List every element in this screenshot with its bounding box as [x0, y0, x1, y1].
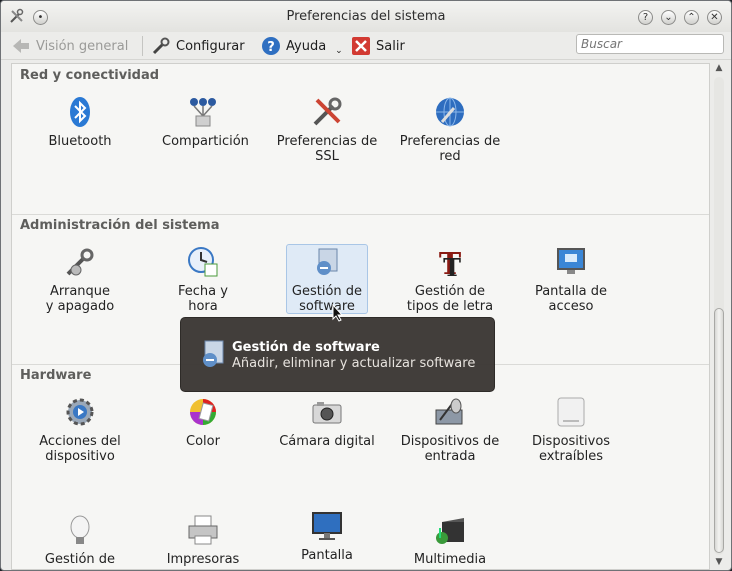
group-title: Red y conectividad	[20, 68, 160, 83]
monitor-icon	[312, 512, 342, 540]
module-sharing[interactable]: Compartición	[162, 96, 249, 149]
quit-button-label: Salir	[376, 38, 405, 54]
help-title-button[interactable]: ?	[638, 10, 653, 25]
module-bluetooth[interactable]: Bluetooth	[39, 96, 121, 149]
module-label: Dispositivos de entrada	[400, 434, 500, 464]
module-label: Color	[186, 434, 220, 449]
module-software-management[interactable]: Gestión de software	[286, 244, 368, 314]
module-label: Cámara digital	[279, 434, 375, 449]
module-label: Multimedia	[413, 552, 487, 567]
color-palette-icon	[190, 399, 216, 425]
system-settings-window: • Preferencias del sistema ? ⌄ ⌃ ✕ Visió…	[0, 0, 732, 571]
module-label: Preferencias de red	[399, 134, 501, 164]
tooltip-subtitle: Añadir, eliminar y actualizar software	[232, 356, 476, 371]
module-date-time[interactable]: Fecha y hora	[162, 246, 244, 314]
login-screen-icon	[557, 248, 585, 274]
svg-text:?: ?	[267, 40, 275, 55]
module-digital-camera[interactable]: Cámara digital	[273, 396, 381, 449]
tooltip-title: Gestión de software	[232, 340, 380, 355]
scroll-down-arrow-icon[interactable]: ▼	[713, 557, 725, 569]
bluetooth-icon	[70, 97, 90, 127]
maximize-button[interactable]: ⌃	[684, 10, 699, 25]
group-title: Administración del sistema	[20, 218, 220, 233]
input-devices-icon	[435, 398, 463, 425]
module-display[interactable]: Pantalla	[286, 510, 368, 563]
font-icon: T T	[439, 247, 462, 278]
device-gear-icon	[66, 398, 94, 426]
module-label: Arranque y apagado	[45, 284, 115, 314]
back-arrow-icon	[13, 39, 29, 53]
minimize-button[interactable]: ⌄	[661, 10, 676, 25]
mouse-pointer-icon	[332, 304, 344, 322]
title-bar: • Preferencias del sistema ? ⌄ ⌃ ✕	[1, 1, 731, 32]
module-label: Pantalla de acceso	[534, 284, 608, 314]
help-dropdown-chevron-icon[interactable]: ⌄	[335, 46, 343, 56]
configure-button[interactable]: Configurar	[151, 36, 245, 56]
module-tooltip: Gestión de software Añadir, eliminar y a…	[180, 317, 495, 392]
power-bulb-icon	[70, 515, 90, 544]
module-label: Gestión de	[44, 552, 116, 567]
vertical-scrollbar[interactable]: ▲ ▼	[711, 63, 727, 570]
module-label: Bluetooth	[48, 134, 112, 149]
group-network: Red y conectividad Bluetooth Compartició…	[12, 64, 709, 214]
module-label: Compartición	[162, 134, 249, 149]
software-package-icon	[317, 248, 338, 275]
module-label: Gestión de software	[291, 284, 363, 314]
module-label: Fecha y hora	[178, 284, 228, 314]
module-label: Dispositivos extraíbles	[531, 434, 611, 464]
group-hardware: Hardware Acciones del dispositivo Color …	[12, 364, 709, 569]
quit-button[interactable]: Salir	[351, 36, 405, 56]
multimedia-icon	[436, 518, 464, 544]
module-multimedia[interactable]: Multimedia	[396, 514, 504, 567]
help-button-label: Ayuda	[286, 38, 327, 54]
module-label: Acciones del dispositivo	[39, 434, 121, 464]
search-input[interactable]	[576, 34, 724, 54]
close-button[interactable]: ✕	[707, 10, 722, 25]
back-button[interactable]: Visión general	[11, 36, 128, 56]
module-font-management[interactable]: T T Gestión de tipos de letra	[396, 246, 504, 314]
module-removable-devices[interactable]: Dispositivos extraíbles	[530, 396, 612, 464]
module-input-devices[interactable]: Dispositivos de entrada	[396, 396, 504, 464]
module-label: Impresoras	[166, 552, 240, 567]
module-printers[interactable]: Impresoras	[162, 514, 244, 567]
module-login-screen[interactable]: Pantalla de acceso	[530, 246, 612, 314]
software-package-icon	[203, 340, 224, 367]
configure-button-label: Configurar	[176, 38, 245, 54]
module-startup-shutdown[interactable]: Arranque y apagado	[39, 246, 121, 314]
configure-tools-icon	[152, 37, 170, 55]
svg-text:T: T	[443, 253, 461, 278]
module-label: Gestión de tipos de letra	[406, 284, 494, 314]
tools-icon	[313, 97, 342, 126]
help-icon: ?	[262, 37, 280, 55]
scroll-thumb[interactable]	[714, 308, 724, 553]
group-title: Hardware	[20, 368, 92, 383]
module-network[interactable]: Preferencias de red	[396, 96, 504, 164]
globe-icon	[436, 97, 464, 127]
removable-drive-icon	[557, 397, 585, 427]
group-divider	[12, 214, 709, 215]
back-button-label: Visión general	[36, 38, 129, 54]
quit-icon	[352, 37, 370, 55]
camera-icon	[312, 402, 342, 424]
module-ssl[interactable]: Preferencias de SSL	[273, 96, 381, 164]
module-label: Preferencias de SSL	[276, 134, 378, 164]
printer-icon	[188, 515, 218, 545]
toolbar-separator	[142, 36, 143, 56]
scroll-up-arrow-icon[interactable]: ▲	[713, 63, 725, 75]
startup-wrench-icon	[66, 248, 94, 276]
module-device-actions[interactable]: Acciones del dispositivo	[39, 396, 121, 464]
module-color[interactable]: Color	[162, 396, 244, 449]
sharing-icon	[190, 98, 216, 127]
help-button[interactable]: ? Ayuda ⌄	[261, 36, 343, 56]
clock-calendar-icon	[188, 247, 218, 277]
window-title: Preferencias del sistema	[286, 9, 446, 24]
module-power-management[interactable]: Gestión de	[39, 514, 121, 567]
module-label: Pantalla	[301, 548, 353, 563]
